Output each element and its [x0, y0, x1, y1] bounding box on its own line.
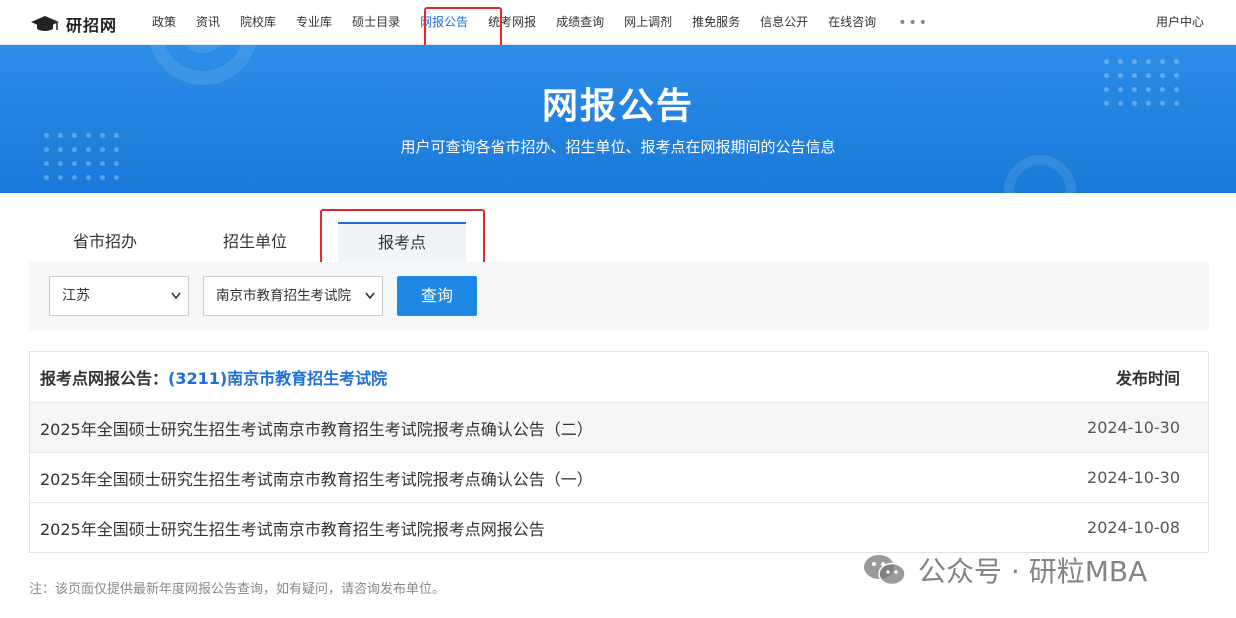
nav-item-majors[interactable]: 专业库: [286, 0, 342, 45]
user-center-link[interactable]: 用户中心: [1156, 0, 1204, 45]
nav-item-consult[interactable]: 在线咨询: [818, 0, 886, 45]
nav-item-schools[interactable]: 院校库: [230, 0, 286, 45]
nav-item-recommend[interactable]: 推免服务: [682, 0, 750, 45]
table-row: 2025年全国硕士研究生招生考试南京市教育招生考试院报考点确认公告（一） 202…: [30, 452, 1208, 502]
tab-exam-site[interactable]: 报考点: [338, 222, 466, 262]
table-row: 2025年全国硕士研究生招生考试南京市教育招生考试院报考点确认公告（二） 202…: [30, 402, 1208, 452]
table-header-title: 报考点网报公告：(3211)南京市教育招生考试院: [40, 365, 387, 389]
watermark-text: 公众号 · 研粒MBA: [918, 555, 1148, 588]
footnote: 注：该页面仅提供最新年度网报公告查询，如有疑问，请咨询发布单位。: [29, 582, 446, 597]
main-nav: 政策 资讯 院校库 专业库 硕士目录 网报公告 统考网报 成绩查询 网上调剂 推…: [142, 0, 941, 45]
table-header-date: 发布时间: [1115, 369, 1180, 388]
exam-site-select[interactable]: 南京市教育招生考试院: [203, 276, 383, 316]
table-row: 2025年全国硕士研究生招生考试南京市教育招生考试院报考点网报公告 2024-1…: [30, 502, 1208, 552]
announcement-table: 报考点网报公告：(3211)南京市教育招生考试院 发布时间 2025年全国硕士研…: [29, 351, 1209, 553]
nav-item-catalog[interactable]: 硕士目录: [342, 0, 410, 45]
exam-site-unit-name: (3211)南京市教育招生考试院: [168, 369, 388, 388]
watermark: 公众号 · 研粒MBA: [862, 552, 1147, 588]
wechat-icon: [862, 552, 908, 588]
announcement-link[interactable]: 2025年全国硕士研究生招生考试南京市教育招生考试院报考点确认公告（二）: [40, 416, 593, 440]
page-title: 网报公告: [541, 86, 694, 127]
more-icon[interactable]: •••: [886, 15, 941, 31]
decor-ring: [1004, 155, 1076, 193]
table-header-row: 报考点网报公告：(3211)南京市教育招生考试院 发布时间: [30, 352, 1208, 402]
publish-date: 2024-10-30: [1087, 418, 1180, 437]
chevron-down-icon: [170, 277, 182, 315]
announcement-link[interactable]: 2025年全国硕士研究生招生考试南京市教育招生考试院报考点确认公告（一）: [40, 466, 593, 490]
publish-date: 2024-10-08: [1087, 518, 1180, 537]
tab-admission-unit[interactable]: 招生单位: [180, 222, 330, 262]
header-label: 报考点网报公告：: [40, 369, 169, 388]
announcement-link[interactable]: 2025年全国硕士研究生招生考试南京市教育招生考试院报考点网报公告: [40, 516, 545, 540]
nav-item-announcements[interactable]: 网报公告: [410, 0, 478, 45]
exam-site-select-value: 南京市教育招生考试院: [216, 288, 351, 304]
nav-item-news[interactable]: 资讯: [186, 0, 230, 45]
page-subtitle: 用户可查询各省市招办、招生单位、报考点在网报期间的公告信息: [400, 138, 836, 156]
tab-provincial-office[interactable]: 省市招办: [30, 222, 180, 262]
nav-item-disclosure[interactable]: 信息公开: [750, 0, 818, 45]
nav-item-registration[interactable]: 统考网报: [478, 0, 546, 45]
query-button[interactable]: 查询: [397, 276, 477, 316]
site-logo[interactable]: 研招网: [30, 13, 117, 35]
logo-text: 研招网: [66, 16, 118, 35]
publish-date: 2024-10-30: [1087, 468, 1180, 487]
hero-banner: 网报公告 用户可查询各省市招办、招生单位、报考点在网报期间的公告信息: [0, 45, 1236, 193]
nav-item-policy[interactable]: 政策: [142, 0, 186, 45]
category-tabs: 省市招办 招生单位 报考点: [30, 222, 466, 262]
nav-item-adjustment[interactable]: 网上调剂: [614, 0, 682, 45]
top-navbar: 研招网 政策 资讯 院校库 专业库 硕士目录 网报公告 统考网报 成绩查询 网上…: [0, 0, 1236, 45]
chevron-down-icon: [364, 277, 376, 315]
graduation-cap-icon: [30, 14, 60, 34]
filter-bar: 江苏 南京市教育招生考试院 查询: [29, 262, 1209, 330]
province-select[interactable]: 江苏: [49, 276, 189, 316]
province-select-value: 江苏: [62, 288, 90, 304]
nav-item-scores[interactable]: 成绩查询: [546, 0, 614, 45]
